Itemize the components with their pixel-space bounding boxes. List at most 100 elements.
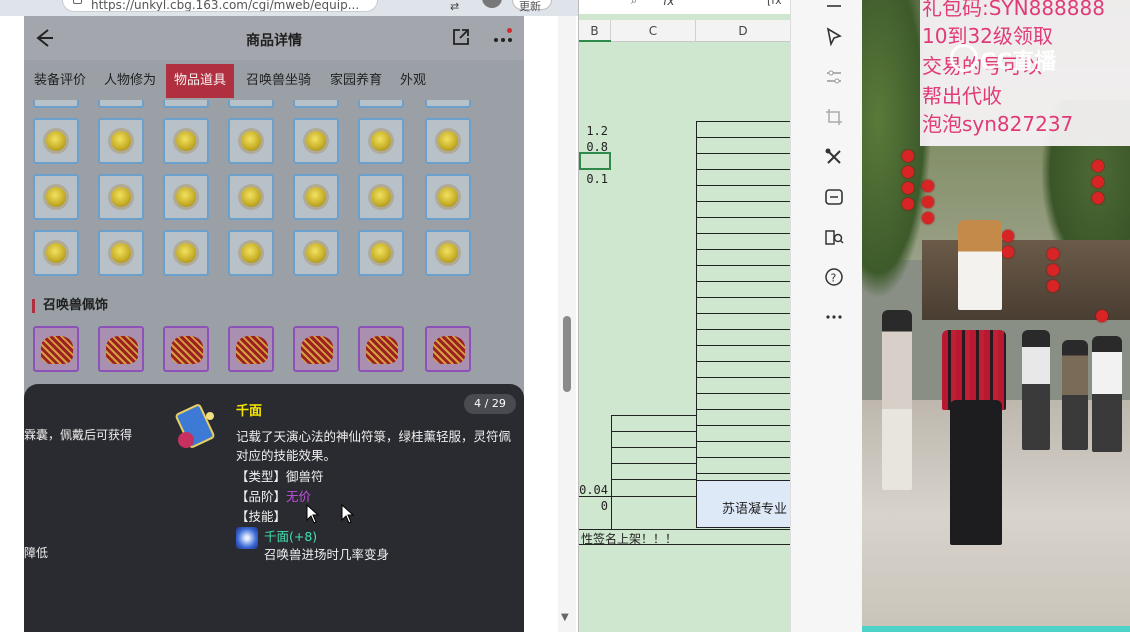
pet-accessory-slot[interactable]: [228, 326, 274, 372]
pet-accessory-slot[interactable]: [293, 326, 339, 372]
tools-icon[interactable]: [821, 144, 847, 170]
tab-switch-icon[interactable]: ⇄: [450, 0, 459, 13]
red-lantern: [1092, 176, 1104, 188]
coin-item-icon: [306, 243, 326, 263]
scroll-down-arrow-icon[interactable]: ▼: [561, 612, 569, 623]
crop-icon[interactable]: [821, 104, 847, 130]
more-options-icon[interactable]: [492, 28, 514, 48]
item-slot[interactable]: [358, 174, 404, 220]
tab-equipment-rating[interactable]: 装备评价: [26, 64, 94, 98]
tab-summon-mounts[interactable]: 召唤兽坐骑: [238, 64, 319, 98]
address-text: https://unkyl.cbg.163.com/cgi/mweb/equip…: [91, 0, 360, 12]
share-icon[interactable]: [452, 28, 470, 46]
scrollbar-thumb[interactable]: [563, 316, 571, 392]
item-description: 记载了天演心法的神仙符箓，绿桂薰轻服，灵符佩: [236, 429, 512, 444]
item-slot[interactable]: [425, 174, 471, 220]
help-icon[interactable]: ?: [821, 264, 847, 290]
cell-border: [579, 496, 696, 497]
item-description-cont: 对应的技能效果。: [236, 448, 337, 463]
search-icon[interactable]: ⌕: [631, 0, 637, 8]
pet-accessory-slot[interactable]: [98, 326, 144, 372]
book-search-icon[interactable]: [821, 224, 847, 250]
item-name: 千面: [236, 404, 263, 419]
tab-home-raising[interactable]: 家园养育: [322, 64, 390, 98]
coin-item-icon: [241, 243, 261, 263]
minimize-icon[interactable]: [821, 0, 847, 20]
fx-icon[interactable]: fx: [663, 0, 674, 8]
coin-item-icon: [176, 131, 196, 151]
coin-item-icon: [438, 243, 458, 263]
item-slot[interactable]: [293, 174, 339, 220]
tab-character-cultivation[interactable]: 人物修为: [96, 64, 164, 98]
cell-value[interactable]: 0: [579, 499, 608, 513]
previous-item-text: 障低: [24, 546, 49, 560]
item-slot[interactable]: [293, 118, 339, 164]
tab-items[interactable]: 物品道具: [166, 64, 235, 98]
page-counter: 4 / 29: [464, 394, 516, 414]
category-tabs: 装备评价 人物修为 物品道具 召唤兽坐骑 家园养育 外观: [24, 64, 524, 100]
item-slot[interactable]: [98, 230, 144, 276]
item-slot[interactable]: [228, 100, 274, 108]
profile-avatar[interactable]: [482, 0, 502, 8]
item-slot[interactable]: [293, 230, 339, 276]
column-c-header[interactable]: C: [611, 20, 696, 42]
address-bar[interactable]: https://unkyl.cbg.163.com/cgi/mweb/equip…: [62, 0, 378, 12]
notification-dot: [507, 28, 512, 33]
column-d-header[interactable]: D: [696, 20, 790, 42]
item-slot[interactable]: [33, 174, 79, 220]
coin-item-icon: [371, 243, 391, 263]
ornament-icon: [433, 336, 465, 364]
item-slot[interactable]: [358, 230, 404, 276]
item-slot[interactable]: [228, 230, 274, 276]
item-slot[interactable]: [163, 230, 209, 276]
pointer-select-icon[interactable]: [821, 24, 847, 50]
red-lantern: [1002, 246, 1014, 258]
red-lantern: [1047, 248, 1059, 260]
pet-accessory-slot[interactable]: [163, 326, 209, 372]
item-slot[interactable]: [425, 230, 471, 276]
cell-value[interactable]: 0.04: [579, 483, 608, 497]
selected-cell[interactable]: [579, 152, 611, 170]
item-slot[interactable]: [228, 118, 274, 164]
formula-bar[interactable]: ⌕ fx [fx: [579, 0, 790, 14]
item-slot[interactable]: [425, 118, 471, 164]
tab-appearance[interactable]: 外观: [392, 64, 434, 98]
svg-text:?: ?: [831, 272, 837, 285]
cc-logo-text: CC直播: [980, 50, 1057, 75]
item-slot[interactable]: [358, 100, 404, 108]
item-slot[interactable]: [98, 100, 144, 108]
adjust-sliders-icon[interactable]: [821, 64, 847, 90]
note-row[interactable]: 性签名上架！！！: [579, 529, 790, 546]
item-slot[interactable]: [163, 174, 209, 220]
pet-accessory-slot[interactable]: [358, 326, 404, 372]
update-button[interactable]: 更新: [512, 0, 552, 13]
mouse-cursor-icon: [306, 504, 320, 524]
coin-item-icon: [371, 131, 391, 151]
item-slot[interactable]: [293, 100, 339, 108]
pet-accessory-slot[interactable]: [33, 326, 79, 372]
pet-accessory-slot[interactable]: [425, 326, 471, 372]
skill-description: 召唤兽进场时几率变身: [264, 547, 390, 562]
ornament-icon: [366, 336, 398, 364]
item-slot[interactable]: [358, 118, 404, 164]
side-toolbar: ?: [790, 0, 862, 632]
item-slot[interactable]: [98, 174, 144, 220]
coin-item-icon: [438, 187, 458, 207]
item-slot[interactable]: [425, 100, 471, 108]
grade-value: 无价: [286, 489, 312, 504]
translate-icon[interactable]: [821, 184, 847, 210]
more-icon[interactable]: [821, 304, 847, 330]
item-slot[interactable]: [163, 118, 209, 164]
item-slot[interactable]: [163, 100, 209, 108]
item-slot[interactable]: [228, 174, 274, 220]
item-slot[interactable]: [33, 230, 79, 276]
item-slot[interactable]: [98, 118, 144, 164]
lock-icon: [73, 0, 82, 4]
cell-value[interactable]: 0.1: [579, 172, 608, 186]
cc-logo-icon: [950, 44, 978, 72]
formula-expand-icon[interactable]: [fx: [767, 0, 782, 7]
item-slot[interactable]: [33, 118, 79, 164]
cell-value[interactable]: 1.2: [579, 124, 608, 138]
item-slot[interactable]: [33, 100, 79, 108]
column-b-header[interactable]: B: [579, 20, 611, 42]
